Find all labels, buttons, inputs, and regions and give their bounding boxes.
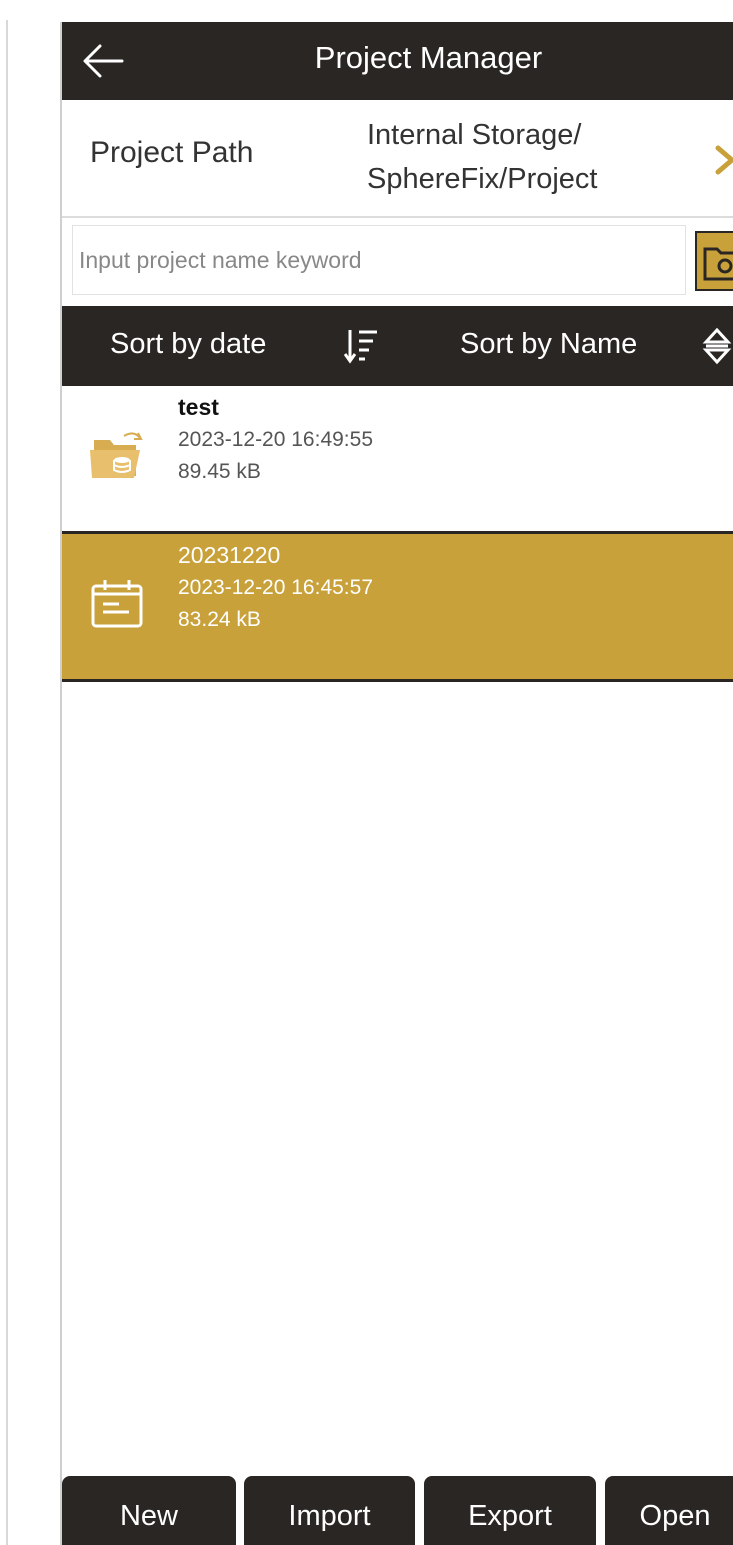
title-bar: Project Manager <box>62 22 733 100</box>
folder-database-icon <box>88 426 146 484</box>
import-button[interactable]: Import <box>244 1476 415 1545</box>
project-path-row[interactable]: Project Path Internal Storage/ SphereFix… <box>62 100 733 218</box>
sort-by-name-button[interactable]: Sort by Name <box>460 328 637 361</box>
project-name: test <box>178 394 219 420</box>
sort-up-down-icon[interactable] <box>702 324 732 368</box>
project-path-line2: SphereFix/Project <box>367 163 598 195</box>
bottom-action-bar: New Import Export Open <box>62 1476 733 1545</box>
folder-search-icon <box>703 247 733 281</box>
project-date: 2023-12-20 16:45:57 <box>178 576 373 599</box>
project-size: 83.24 kB <box>178 608 261 631</box>
project-list-item[interactable]: test 2023-12-20 16:49:55 89.45 kB <box>62 386 733 534</box>
project-list: test 2023-12-20 16:49:55 89.45 kB 202312… <box>62 386 733 682</box>
project-path-line1: Internal Storage/ <box>367 119 582 151</box>
project-path-value: Internal Storage/ SphereFix/Project <box>367 113 667 201</box>
calendar-doc-icon <box>88 574 146 632</box>
open-button[interactable]: Open <box>605 1476 733 1545</box>
new-button[interactable]: New <box>62 1476 236 1545</box>
search-button[interactable] <box>695 231 733 291</box>
search-row <box>72 225 733 299</box>
left-divider <box>0 20 8 1545</box>
sort-by-date-button[interactable]: Sort by date <box>110 328 266 361</box>
sort-bar: Sort by date Sort by Name <box>62 306 733 386</box>
sort-descending-icon[interactable] <box>344 324 380 368</box>
chevron-right-icon <box>715 145 733 175</box>
project-name: 20231220 <box>178 542 281 568</box>
project-list-item-selected[interactable]: 20231220 2023-12-20 16:45:57 83.24 kB <box>62 534 733 682</box>
project-manager-screen: Project Manager Project Path Internal St… <box>60 22 733 1545</box>
project-path-label: Project Path <box>90 136 254 169</box>
project-date: 2023-12-20 16:49:55 <box>178 428 373 451</box>
page-title: Project Manager <box>314 40 543 75</box>
export-button[interactable]: Export <box>424 1476 596 1545</box>
project-search-input[interactable] <box>72 225 686 295</box>
project-size: 89.45 kB <box>178 460 261 483</box>
